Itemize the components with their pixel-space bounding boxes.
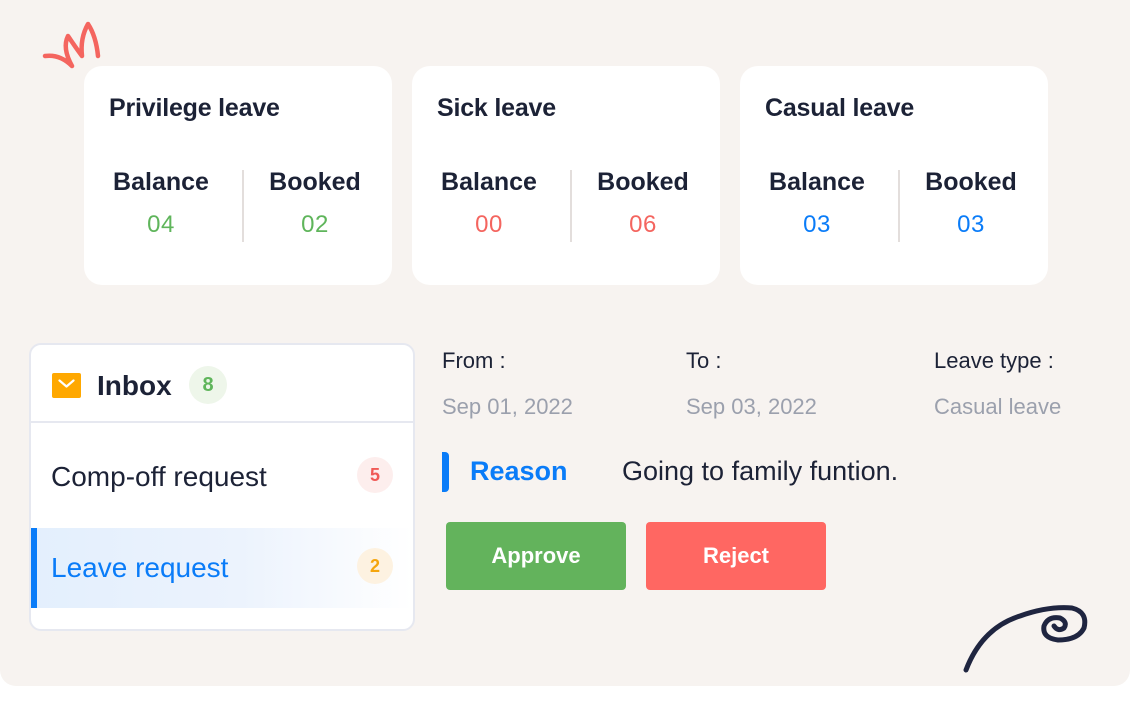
from-value: Sep 01, 2022: [442, 394, 573, 419]
inbox-item-leave-request[interactable]: Leave request 2: [31, 528, 413, 608]
leave-dashboard-panel: Privilege leave Balance 04 Booked 02 Sic…: [0, 0, 1130, 686]
active-indicator: [31, 528, 37, 608]
mail-icon: [52, 373, 81, 398]
balance-value: 00: [475, 211, 503, 238]
to-date-field: To : Sep 03, 2022: [686, 348, 817, 420]
inbox-item-count-badge: 5: [357, 457, 393, 493]
booked-column: Booked 02: [250, 168, 380, 239]
scribble-doodle-icon: [42, 21, 101, 69]
leave-type-label: Leave type :: [934, 348, 1054, 373]
leave-type-value: Casual leave: [934, 394, 1062, 419]
column-divider: [242, 170, 244, 242]
reason-text: Going to family funtion.: [622, 456, 899, 486]
balance-label: Balance: [441, 168, 537, 196]
inbox-item-label: Leave request: [51, 552, 229, 583]
balance-value: 04: [147, 211, 175, 238]
inbox-item-label: Comp-off request: [51, 461, 267, 492]
booked-column: Booked 03: [906, 168, 1036, 239]
column-divider: [570, 170, 572, 242]
inbox-panel: Inbox 8 Comp-off request 5 Leave request…: [29, 343, 415, 631]
reason-label: Reason: [470, 456, 568, 486]
booked-value: 06: [629, 211, 657, 238]
booked-label: Booked: [597, 168, 689, 196]
swirl-doodle-icon: [963, 605, 1088, 673]
balance-column: Balance 04: [96, 168, 226, 239]
reject-button[interactable]: Reject: [646, 522, 826, 590]
leave-card-privilege: Privilege leave Balance 04 Booked 02: [84, 66, 392, 285]
leave-type-field: Leave type : Casual leave: [934, 348, 1061, 420]
inbox-title: Inbox: [97, 370, 172, 401]
approve-button[interactable]: Approve: [446, 522, 626, 590]
booked-value: 02: [301, 211, 329, 238]
booked-label: Booked: [269, 168, 361, 196]
leave-card-title: Sick leave: [437, 94, 556, 122]
leave-card-title: Privilege leave: [109, 94, 280, 122]
balance-label: Balance: [113, 168, 209, 196]
inbox-count-badge: 8: [189, 366, 227, 404]
column-divider: [898, 170, 900, 242]
balance-label: Balance: [769, 168, 865, 196]
from-date-field: From : Sep 01, 2022: [442, 348, 573, 420]
booked-label: Booked: [925, 168, 1017, 196]
leave-card-sick: Sick leave Balance 00 Booked 06: [412, 66, 720, 285]
leave-card-title: Casual leave: [765, 94, 915, 122]
to-label: To :: [686, 348, 722, 373]
booked-column: Booked 06: [578, 168, 708, 239]
balance-value: 03: [803, 211, 831, 238]
balance-column: Balance 03: [752, 168, 882, 239]
reason-accent-bar: [442, 452, 449, 492]
balance-column: Balance 00: [424, 168, 554, 239]
inbox-item-count-badge: 2: [357, 548, 393, 584]
inbox-item-comp-off-request[interactable]: Comp-off request 5: [31, 437, 413, 517]
reason-row: Reason Going to family funtion.: [442, 452, 1082, 492]
leave-card-casual: Casual leave Balance 03 Booked 03: [740, 66, 1048, 285]
inbox-header: Inbox 8: [31, 345, 413, 423]
from-label: From :: [442, 348, 506, 373]
to-value: Sep 03, 2022: [686, 394, 817, 419]
booked-value: 03: [957, 211, 985, 238]
